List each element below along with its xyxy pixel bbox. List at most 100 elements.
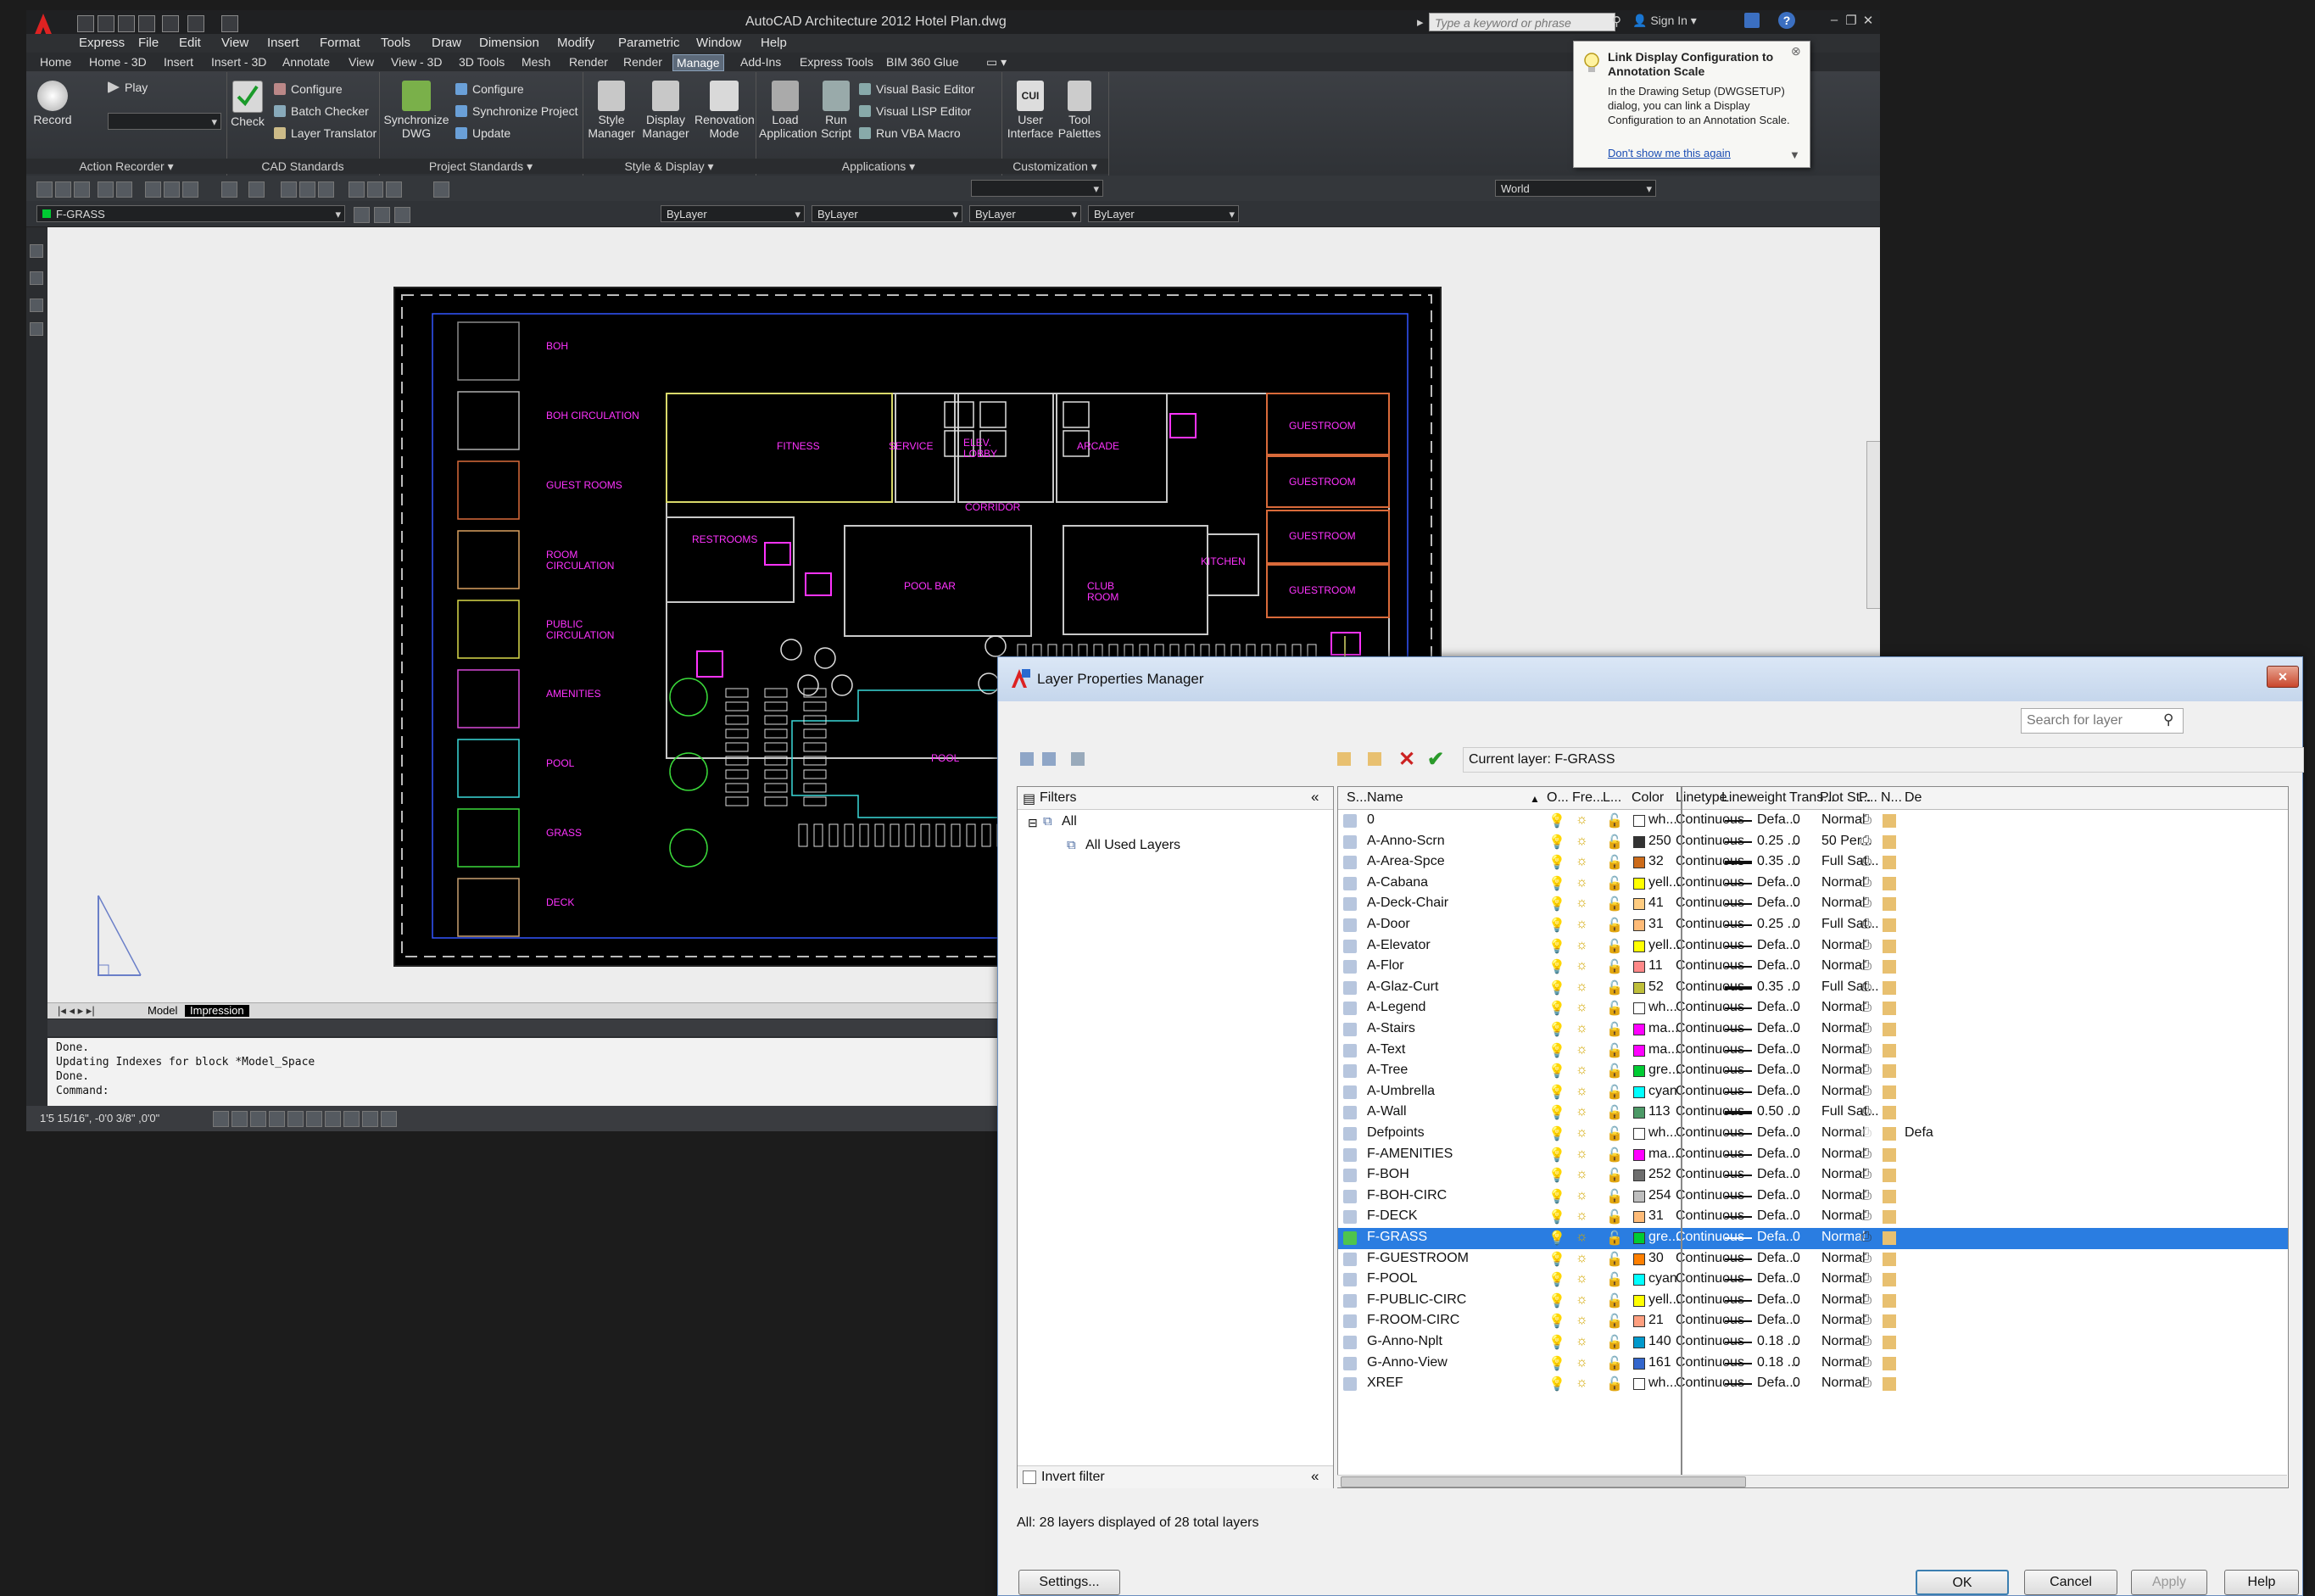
new-vp-freeze-icon[interactable]	[1883, 1106, 1896, 1120]
layer-status-icon[interactable]	[1343, 876, 1357, 890]
layer-color[interactable]: 21	[1648, 1313, 1664, 1328]
color-swatch[interactable]	[1633, 1357, 1645, 1370]
layer-transparency[interactable]: 0	[1793, 854, 1800, 869]
horizontal-scrollbar[interactable]	[1337, 1475, 2287, 1487]
collapse-pane-icon[interactable]: «	[1311, 789, 1319, 806]
layer-row[interactable]: A-Cabana 💡 ☼ 🔓 yell... Continuous Defa... 0 Norm…	[1338, 873, 2288, 895]
lightbulb-icon[interactable]: 💡	[1548, 1125, 1565, 1142]
printer-icon[interactable]: ⎙	[1860, 1271, 1872, 1286]
lightbulb-icon[interactable]: 💡	[1548, 1292, 1565, 1309]
color-combo[interactable]: ByLayer	[661, 205, 805, 223]
layer-transparency[interactable]: 0	[1793, 812, 1800, 828]
close-icon[interactable]: ⊗	[1791, 44, 1801, 59]
unlocked-icon[interactable]: 🔓	[1606, 1000, 1623, 1017]
layer-color[interactable]: 250	[1648, 834, 1671, 849]
layer-row[interactable]: F-ROOM-CIRC 💡 ☼ 🔓 21 Continuous Defa... 0 Normal…	[1338, 1311, 2288, 1332]
layer-lineweight[interactable]: Defa...	[1757, 1230, 1797, 1245]
lineweight-icon[interactable]	[362, 1111, 378, 1127]
menu-modify[interactable]: Modify	[557, 36, 594, 50]
unlocked-icon[interactable]: 🔓	[1606, 875, 1623, 892]
layer-status-icon[interactable]	[1343, 1314, 1357, 1329]
layer-row[interactable]: F-DECK 💡 ☼ 🔓 31 Continuous Defa... 0 Normal ⎙	[1338, 1207, 2288, 1228]
color-swatch[interactable]	[1633, 1211, 1645, 1224]
palette-icon[interactable]	[30, 244, 43, 258]
layer-lineweight[interactable]: Defa...	[1757, 1042, 1797, 1057]
run-script-button[interactable]: Run Script	[817, 81, 856, 140]
unlocked-icon[interactable]: 🔓	[1606, 834, 1623, 851]
tab-insert-3d[interactable]: Insert - 3D	[208, 54, 270, 70]
color-swatch[interactable]	[1633, 1044, 1645, 1057]
layer-status-icon[interactable]	[1343, 918, 1357, 932]
new-vp-freeze-icon[interactable]	[1883, 1043, 1896, 1057]
layer-row[interactable]: F-BOH 💡 ☼ 🔓 252 Continuous Defa... 0 Normal ⎙	[1338, 1165, 2288, 1186]
sun-icon[interactable]: ☼	[1576, 1125, 1588, 1141]
layer-row[interactable]: 0 💡 ☼ 🔓 wh... Continuous Defa... 0 Normal ⎙	[1338, 811, 2288, 832]
new-vp-freeze-icon[interactable]	[1883, 960, 1896, 974]
help-search-input[interactable]: Type a keyword or phrase	[1429, 13, 1615, 31]
layer-properties-icon[interactable]	[354, 207, 370, 223]
color-swatch[interactable]	[1633, 1378, 1645, 1391]
layer-name[interactable]: A-Flor	[1367, 958, 1404, 974]
new-vp-freeze-icon[interactable]	[1883, 1169, 1896, 1183]
sun-icon[interactable]: ☼	[1576, 1021, 1588, 1036]
open-icon[interactable]	[55, 181, 71, 198]
unlocked-icon[interactable]: 🔓	[1606, 917, 1623, 934]
menu-edit[interactable]: Edit	[179, 36, 201, 50]
sun-icon[interactable]: ☼	[1576, 1251, 1588, 1266]
tool-palette-icon[interactable]	[386, 181, 402, 198]
layer-transparency[interactable]: 0	[1793, 1230, 1800, 1245]
chevron-right-icon[interactable]: ▸	[1417, 14, 1424, 30]
tree-expander-icon[interactable]: ⊟	[1028, 816, 1038, 830]
unlocked-icon[interactable]: 🔓	[1606, 1104, 1623, 1121]
lightbulb-icon[interactable]: 💡	[1548, 875, 1565, 892]
layer-name[interactable]: XREF	[1367, 1376, 1403, 1391]
sun-icon[interactable]: ☼	[1576, 896, 1588, 911]
column-plot[interactable]: P...	[1859, 790, 1877, 806]
layer-name[interactable]: A-Legend	[1367, 1000, 1425, 1015]
style-manager-button[interactable]: Style Manager	[586, 81, 637, 140]
layer-name[interactable]: A-Stairs	[1367, 1021, 1415, 1036]
new-vp-freeze-icon[interactable]	[1883, 1085, 1896, 1099]
record-button[interactable]: Record	[30, 81, 75, 126]
layer-transparency[interactable]: 0	[1793, 1292, 1800, 1308]
properties-icon[interactable]	[349, 181, 365, 198]
new-vp-freeze-icon[interactable]	[1883, 856, 1896, 870]
unlocked-icon[interactable]: 🔓	[1606, 1042, 1623, 1059]
new-vp-freeze-icon[interactable]	[1883, 1314, 1896, 1329]
dialog-title-bar[interactable]: Layer Properties Manager ✕	[998, 657, 2302, 701]
color-swatch[interactable]	[1633, 1002, 1645, 1015]
layer-row[interactable]: XREF 💡 ☼ 🔓 wh... Continuous Defa... 0 Normal ⎙	[1338, 1374, 2288, 1395]
new-vp-freeze-icon[interactable]	[1883, 897, 1896, 912]
lightbulb-icon[interactable]: 💡	[1548, 1147, 1565, 1164]
color-swatch[interactable]	[1633, 1065, 1645, 1078]
unlocked-icon[interactable]: 🔓	[1606, 1313, 1623, 1330]
sun-icon[interactable]: ☼	[1576, 1167, 1588, 1182]
new-vp-freeze-icon[interactable]	[1883, 1356, 1896, 1370]
layer-transparency[interactable]: 0	[1793, 958, 1800, 974]
sun-icon[interactable]: ☼	[1576, 917, 1588, 932]
layer-transparency[interactable]: 0	[1793, 896, 1800, 911]
close-icon[interactable]: ✕	[1861, 13, 1875, 28]
chevron-down-icon[interactable]: ▼	[1789, 148, 1800, 161]
menu-tools[interactable]: Tools	[381, 36, 410, 50]
layer-row[interactable]: Defpoints 💡 ☼ 🔓 wh... Continuous Defa... 0 Norma…	[1338, 1124, 2288, 1145]
sun-icon[interactable]: ☼	[1576, 1355, 1588, 1370]
color-swatch[interactable]	[1633, 1085, 1645, 1098]
tab-3d-tools[interactable]: 3D Tools	[455, 54, 508, 70]
printer-icon[interactable]: ⎙	[1860, 812, 1872, 828]
layer-status-icon[interactable]	[1343, 1293, 1357, 1308]
tab-insert[interactable]: Insert	[160, 54, 197, 70]
layer-status-icon[interactable]	[1343, 1147, 1357, 1162]
layer-transparency[interactable]: 0	[1793, 875, 1800, 890]
layer-row[interactable]: A-Stairs 💡 ☼ 🔓 ma... Continuous Defa... 0 Normal…	[1338, 1019, 2288, 1041]
layer-row[interactable]: F-PUBLIC-CIRC 💡 ☼ 🔓 yell... Continuous Defa...…	[1338, 1291, 2288, 1312]
unlocked-icon[interactable]: 🔓	[1606, 854, 1623, 871]
color-swatch[interactable]	[1633, 1024, 1645, 1035]
lightbulb-icon[interactable]: 💡	[1548, 1084, 1565, 1101]
new-vp-freeze-icon[interactable]	[1883, 1023, 1896, 1036]
printer-icon[interactable]: ⎙	[1860, 1104, 1872, 1119]
printer-icon[interactable]: ⎙	[1860, 875, 1872, 890]
configure-standards-button[interactable]: Configure	[274, 82, 343, 96]
layer-color[interactable]: wh...	[1648, 1000, 1677, 1015]
set-current-icon[interactable]: ✔	[1427, 747, 1444, 772]
